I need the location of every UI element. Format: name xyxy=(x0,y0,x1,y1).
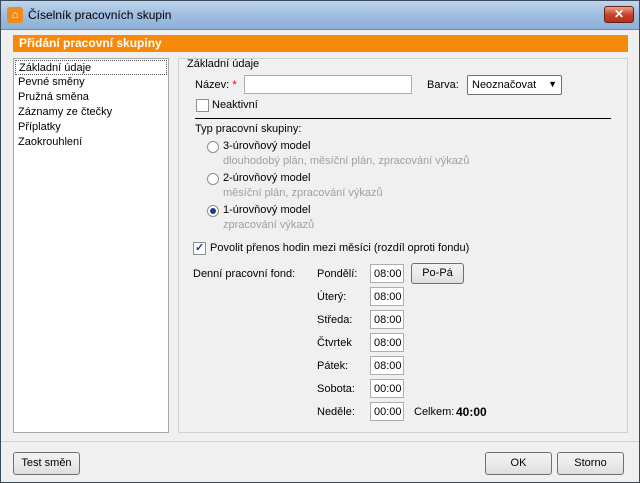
dialog-window: ⌂ Číselník pracovních skupin ✕ Přidání p… xyxy=(0,0,640,483)
day-label-sunday: Neděle: xyxy=(317,406,355,418)
color-label: Barva: xyxy=(427,79,459,91)
divider xyxy=(195,118,611,119)
monday-hours-input[interactable]: 08:00 xyxy=(370,264,404,283)
day-label-tuesday: Úterý: xyxy=(317,291,347,303)
page-header: Přidání pracovní skupiny xyxy=(13,35,628,52)
type-radio-3-level[interactable] xyxy=(207,141,219,153)
friday-hours-input[interactable]: 08:00 xyxy=(370,356,404,375)
transfer-hours-label: Povolit přenos hodin mezi měsíci (rozdíl… xyxy=(210,242,470,254)
ok-button[interactable]: OK xyxy=(485,452,552,475)
type-2-level-desc: měsíční plán, zpracování výkazů xyxy=(223,187,383,199)
nav-item-pevne-smeny[interactable]: Pevné směny xyxy=(14,75,168,90)
type-radio-2-level[interactable] xyxy=(207,173,219,185)
day-label-friday: Pátek: xyxy=(317,360,349,372)
type-2-level-label: 2-úrovňový model xyxy=(223,172,311,184)
inactive-label: Neaktivní xyxy=(212,99,258,111)
nav-item-priplatky[interactable]: Příplatky xyxy=(14,120,168,135)
type-label: Typ pracovní skupiny: xyxy=(195,123,302,135)
window-title: Číselník pracovních skupin xyxy=(28,8,172,22)
name-label: Název: * xyxy=(195,79,237,91)
type-3-level-desc: dlouhodobý plán, měsíční plán, zpracován… xyxy=(223,155,470,167)
fund-label: Denní pracovní fond: xyxy=(193,268,296,280)
type-radio-1-level[interactable] xyxy=(207,205,219,217)
close-icon[interactable]: ✕ xyxy=(604,6,634,23)
chevron-down-icon: ▼ xyxy=(548,79,557,89)
cancel-button[interactable]: Storno xyxy=(557,452,624,475)
day-label-monday: Pondělí: xyxy=(317,268,358,280)
required-mark: * xyxy=(232,79,237,91)
sunday-hours-input[interactable]: 00:00 xyxy=(370,402,404,421)
color-select-value: Neoznačovat xyxy=(472,79,537,91)
type-1-level-label: 1-úrovňový model xyxy=(223,204,311,216)
day-label-thursday: Čtvrtek xyxy=(317,337,352,349)
total-value: 40:00 xyxy=(456,405,487,419)
title-bar[interactable]: ⌂ Číselník pracovních skupin ✕ xyxy=(1,1,639,30)
test-shifts-button[interactable]: Test směn xyxy=(13,452,80,475)
total-label: Celkem: xyxy=(414,406,455,418)
type-3-level-label: 3-úrovňový model xyxy=(223,140,311,152)
section-title: Základní údaje xyxy=(187,58,260,70)
nav-item-pruzna-smena[interactable]: Pružná směna xyxy=(14,90,168,105)
day-label-wednesday: Středa: xyxy=(317,314,353,326)
nav-item-zakladni-udaje[interactable]: Základní údaje xyxy=(15,60,167,75)
thursday-hours-input[interactable]: 08:00 xyxy=(370,333,404,352)
wednesday-hours-input[interactable]: 08:00 xyxy=(370,310,404,329)
inactive-checkbox[interactable] xyxy=(196,99,209,112)
nav-item-zaznamy-ze-ctecky[interactable]: Záznamy ze čtečky xyxy=(14,105,168,120)
footer-divider xyxy=(1,441,639,442)
transfer-hours-checkbox[interactable] xyxy=(193,241,206,255)
tuesday-hours-input[interactable]: 08:00 xyxy=(370,287,404,306)
nav-item-zaokrouhleni[interactable]: Zaokrouhlení xyxy=(14,135,168,150)
saturday-hours-input[interactable]: 00:00 xyxy=(370,379,404,398)
app-logo-icon: ⌂ xyxy=(7,7,23,23)
type-1-level-desc: zpracování výkazů xyxy=(223,219,315,231)
name-input[interactable] xyxy=(244,75,412,94)
color-select[interactable]: Neoznačovat ▼ xyxy=(467,75,562,95)
section-nav: Základní údaje Pevné směny Pružná směna … xyxy=(13,58,169,433)
po-pa-button[interactable]: Po-Pá xyxy=(411,263,464,284)
day-label-saturday: Sobota: xyxy=(317,383,355,395)
